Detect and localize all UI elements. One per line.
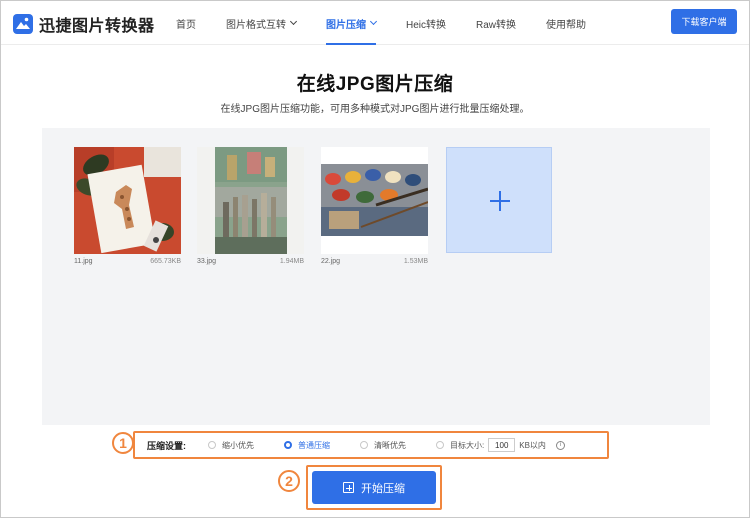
info-icon[interactable]: i bbox=[555, 440, 565, 450]
annotation-marker-2: 2 bbox=[278, 470, 300, 492]
file-size: 665.73KB bbox=[150, 258, 181, 265]
nav-label: 首页 bbox=[176, 19, 196, 31]
file-thumbnail-1[interactable] bbox=[74, 147, 181, 254]
page-title: 在线JPG图片压缩 bbox=[296, 74, 454, 95]
file-thumbnail-3[interactable] bbox=[321, 147, 428, 254]
option-label: 普通压缩 bbox=[298, 440, 330, 450]
start-button-label: 开始压缩 bbox=[361, 482, 405, 495]
image-preview bbox=[197, 147, 304, 254]
nav-item-image-compress[interactable]: 图片压缩 bbox=[326, 1, 378, 45]
option-target-size[interactable]: 目标大小: KB以内 bbox=[436, 438, 546, 452]
nav-item-raw[interactable]: Raw转换 bbox=[476, 1, 516, 45]
annotation-marker-1: 1 bbox=[112, 432, 134, 454]
radio-icon bbox=[436, 441, 444, 449]
nav-label: Raw转换 bbox=[476, 19, 517, 31]
option-label: 缩小优先 bbox=[222, 440, 254, 450]
image-app-icon bbox=[13, 14, 33, 34]
nav-item-heic[interactable]: Heic转换 bbox=[406, 1, 446, 45]
app-logo[interactable]: 迅捷图片转换器 bbox=[13, 12, 155, 36]
start-button-highlight: 开始压缩 bbox=[306, 465, 442, 510]
target-size-label: 目标大小: bbox=[450, 440, 485, 450]
chevron-down-icon bbox=[369, 17, 378, 26]
compress-settings: 压缩设置: 缩小优先 普通压缩 清晰优先 目标大小: KB以内 i bbox=[133, 431, 609, 459]
option-normal-compress[interactable]: 普通压缩 bbox=[284, 440, 330, 451]
file-size: 1.53MB bbox=[403, 258, 428, 265]
radio-icon bbox=[360, 441, 368, 449]
file-name: 33.jpg bbox=[197, 258, 217, 265]
nav-label: Heic转换 bbox=[406, 19, 447, 31]
image-preview bbox=[74, 147, 181, 254]
option-label: 清晰优先 bbox=[374, 440, 406, 450]
radio-selected-icon bbox=[284, 441, 292, 449]
file-thumbnail-2[interactable] bbox=[197, 147, 304, 254]
add-image-button[interactable] bbox=[446, 147, 552, 253]
chevron-down-icon bbox=[289, 17, 298, 26]
target-size-unit: KB以内 bbox=[519, 440, 546, 450]
file-name: 11.jpg bbox=[74, 258, 93, 265]
file-size: 1.94MB bbox=[279, 258, 304, 265]
app-title: 迅捷图片转换器 bbox=[39, 18, 155, 35]
compress-icon bbox=[343, 482, 354, 493]
nav-item-format-convert[interactable]: 图片格式互转 bbox=[226, 1, 298, 45]
upload-area[interactable]: 11.jpg 665.73KB 33.jpg 1.94MB 22.jpg 1.5… bbox=[42, 128, 710, 425]
nav-label: 使用帮助 bbox=[546, 19, 587, 31]
option-shrink-priority[interactable]: 缩小优先 bbox=[208, 440, 254, 451]
page-subtitle: 在线JPG图片压缩功能，可用多种模式对JPG图片进行批量压缩处理。 bbox=[220, 104, 530, 115]
settings-label: 压缩设置: bbox=[147, 440, 186, 451]
image-preview bbox=[321, 147, 428, 254]
file-name: 22.jpg bbox=[321, 258, 341, 265]
nav-item-home[interactable]: 首页 bbox=[176, 1, 196, 45]
option-clarity-priority[interactable]: 清晰优先 bbox=[360, 440, 406, 451]
nav-item-help[interactable]: 使用帮助 bbox=[546, 1, 586, 45]
radio-icon bbox=[208, 441, 216, 449]
main-nav: 首页 图片格式互转 图片压缩 Heic转换 Raw转换 使用帮助 bbox=[176, 1, 616, 45]
target-size-input[interactable] bbox=[488, 438, 516, 452]
download-client-button[interactable]: 下载客户端 bbox=[671, 9, 737, 34]
top-header: 迅捷图片转换器 首页 图片格式互转 图片压缩 Heic转换 Raw转换 使用帮助… bbox=[1, 1, 749, 45]
nav-label: 图片压缩 bbox=[326, 19, 366, 31]
nav-label: 图片格式互转 bbox=[226, 19, 286, 31]
start-compress-button[interactable]: 开始压缩 bbox=[312, 471, 436, 504]
